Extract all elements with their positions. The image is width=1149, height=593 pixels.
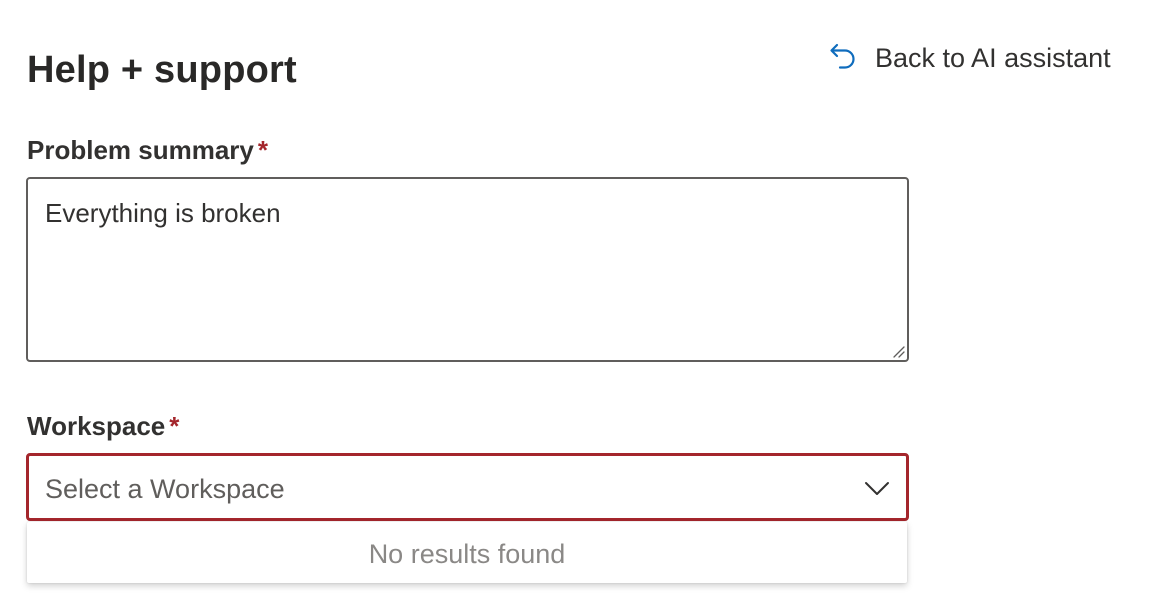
required-asterisk: * xyxy=(257,135,268,165)
problem-summary-textarea[interactable]: Everything is broken xyxy=(28,179,907,360)
problem-summary-label-text: Problem summary xyxy=(27,135,254,165)
workspace-label: Workspace * xyxy=(27,408,179,444)
required-asterisk: * xyxy=(169,411,180,441)
problem-summary-field[interactable]: Everything is broken xyxy=(26,177,909,362)
no-results-message: No results found xyxy=(368,539,566,569)
workspace-label-text: Workspace xyxy=(27,411,166,441)
problem-summary-label: Problem summary * xyxy=(27,132,268,168)
resize-grip-icon[interactable] xyxy=(891,344,905,358)
page-title: Help + support xyxy=(27,49,297,91)
help-support-panel: Help + support Back to AI assistant Prob… xyxy=(0,0,1149,593)
workspace-dropdown-menu: No results found xyxy=(27,522,907,583)
back-to-ai-assistant-link[interactable]: Back to AI assistant xyxy=(828,38,1111,78)
workspace-dropdown[interactable]: Select a Workspace xyxy=(26,453,909,521)
back-link-label: Back to AI assistant xyxy=(875,43,1111,73)
undo-arrow-icon xyxy=(828,41,875,76)
workspace-dropdown-placeholder: Select a Workspace xyxy=(45,474,285,504)
